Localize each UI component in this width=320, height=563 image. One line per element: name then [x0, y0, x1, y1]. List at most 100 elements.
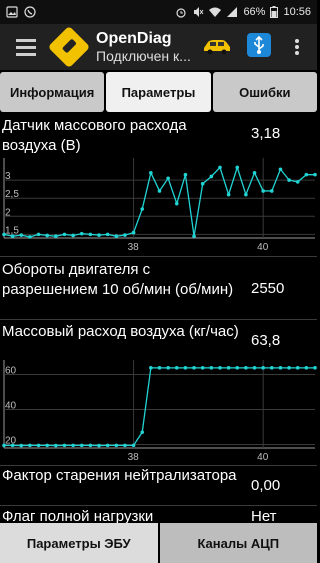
app-logo-icon — [47, 25, 91, 69]
data-point — [88, 443, 93, 448]
data-point — [209, 366, 214, 370]
param-row[interactable]: Датчик массового расхода воздуха (В) 3,1… — [0, 114, 317, 156]
data-point — [174, 366, 179, 370]
data-point — [19, 233, 24, 237]
data-point — [45, 443, 49, 448]
data-point — [235, 165, 240, 170]
x-tick-label: 40 — [257, 452, 269, 463]
data-point — [10, 443, 15, 448]
alarm-icon — [175, 6, 187, 18]
data-point — [287, 178, 291, 182]
data-point — [62, 443, 67, 448]
data-point — [200, 181, 205, 186]
data-point — [278, 167, 283, 172]
chart-canvas: 1,522,5338 40 — [2, 158, 317, 253]
data-point — [123, 443, 127, 448]
data-point — [10, 234, 15, 238]
data-point — [62, 232, 67, 237]
chart-canvas: 20406038 40 — [2, 360, 317, 463]
gallery-icon — [6, 6, 18, 18]
tab-errors[interactable]: Ошибки — [212, 72, 317, 112]
data-point — [287, 366, 291, 370]
maf-voltage-chart: 1,5 2 2,5 3 38 40 — [0, 156, 317, 254]
data-point — [114, 234, 119, 238]
data-point — [235, 366, 240, 370]
tab-info[interactable]: Информация — [0, 72, 105, 112]
data-point — [79, 231, 84, 236]
data-point — [157, 366, 162, 370]
data-point — [192, 366, 196, 370]
air-flow-chart: 20 40 60 38 40 — [0, 356, 317, 464]
data-point — [295, 180, 300, 184]
param-row[interactable]: Фактор старения нейтрализатора 0,00 — [0, 465, 317, 506]
tab-parameters[interactable]: Параметры — [106, 72, 211, 112]
series-line — [3, 165, 315, 238]
data-point — [252, 366, 257, 370]
x-tick-label: 40 — [257, 242, 269, 253]
data-point — [123, 233, 127, 237]
data-point — [36, 443, 41, 448]
param-name: Фактор старения нейтрализатора — [2, 467, 237, 484]
data-point — [79, 443, 84, 448]
wifi-icon — [209, 6, 222, 18]
param-name: Массовый расход воздуха (кг/час) — [2, 323, 239, 340]
ecu-parameters-button[interactable]: Параметры ЭБУ — [0, 523, 158, 563]
signal-icon — [226, 6, 238, 18]
data-point — [36, 232, 41, 237]
data-point — [71, 233, 75, 238]
data-point — [45, 233, 49, 238]
data-point — [28, 235, 32, 239]
data-point — [2, 232, 6, 237]
param-name: Флаг полной нагрузки — [2, 508, 154, 523]
data-point — [270, 189, 274, 193]
data-point — [54, 234, 58, 238]
data-point — [183, 366, 188, 370]
data-point — [278, 366, 283, 370]
data-point — [140, 430, 145, 435]
data-point — [261, 366, 265, 370]
hamburger-menu-icon[interactable] — [0, 24, 52, 70]
car-icon[interactable] — [202, 39, 232, 60]
data-point — [295, 366, 300, 370]
data-point — [97, 233, 101, 237]
x-tick-label: 38 — [128, 242, 140, 253]
data-point — [244, 366, 248, 370]
y-tick-label: 40 — [5, 401, 17, 412]
param-value: Нет — [251, 508, 277, 523]
data-point — [209, 174, 214, 179]
y-tick-label: 2,5 — [5, 189, 19, 200]
adc-channels-button[interactable]: Каналы АЦП — [159, 523, 317, 563]
data-point — [166, 366, 170, 370]
data-point — [304, 366, 309, 370]
data-point — [226, 366, 231, 370]
battery-percent: 66% — [243, 6, 266, 18]
data-point — [149, 366, 153, 370]
app-title: OpenDiag — [96, 29, 172, 47]
y-tick-label: 60 — [5, 366, 17, 377]
data-point — [192, 234, 196, 238]
param-row[interactable]: Флаг полной нагрузки Нет — [0, 507, 317, 523]
param-value: 3,18 — [251, 125, 281, 142]
data-point — [97, 443, 101, 448]
param-name: Датчик массового расхода воздуха (В) — [2, 117, 187, 154]
data-point — [131, 230, 136, 235]
battery-icon — [270, 6, 279, 18]
x-tick-label: 38 — [128, 452, 140, 463]
data-point — [157, 189, 162, 193]
data-point — [149, 171, 153, 175]
connection-status: Подключен к... — [96, 48, 191, 65]
usb-adapter-icon[interactable] — [247, 33, 271, 57]
data-point — [270, 366, 274, 370]
data-point — [71, 443, 75, 448]
param-row[interactable]: Обороты двигателя с разрешением 10 об/ми… — [0, 256, 317, 320]
y-tick-label: 3 — [5, 171, 11, 182]
data-point — [2, 443, 6, 448]
more-options-icon[interactable] — [290, 36, 304, 58]
data-point — [88, 232, 93, 237]
data-point — [218, 165, 222, 170]
data-point — [105, 232, 110, 237]
series-line — [4, 367, 315, 447]
data-point — [19, 443, 24, 448]
data-point — [200, 366, 205, 370]
parameters-list[interactable]: Датчик массового расхода воздуха (В) 3,1… — [0, 114, 317, 523]
